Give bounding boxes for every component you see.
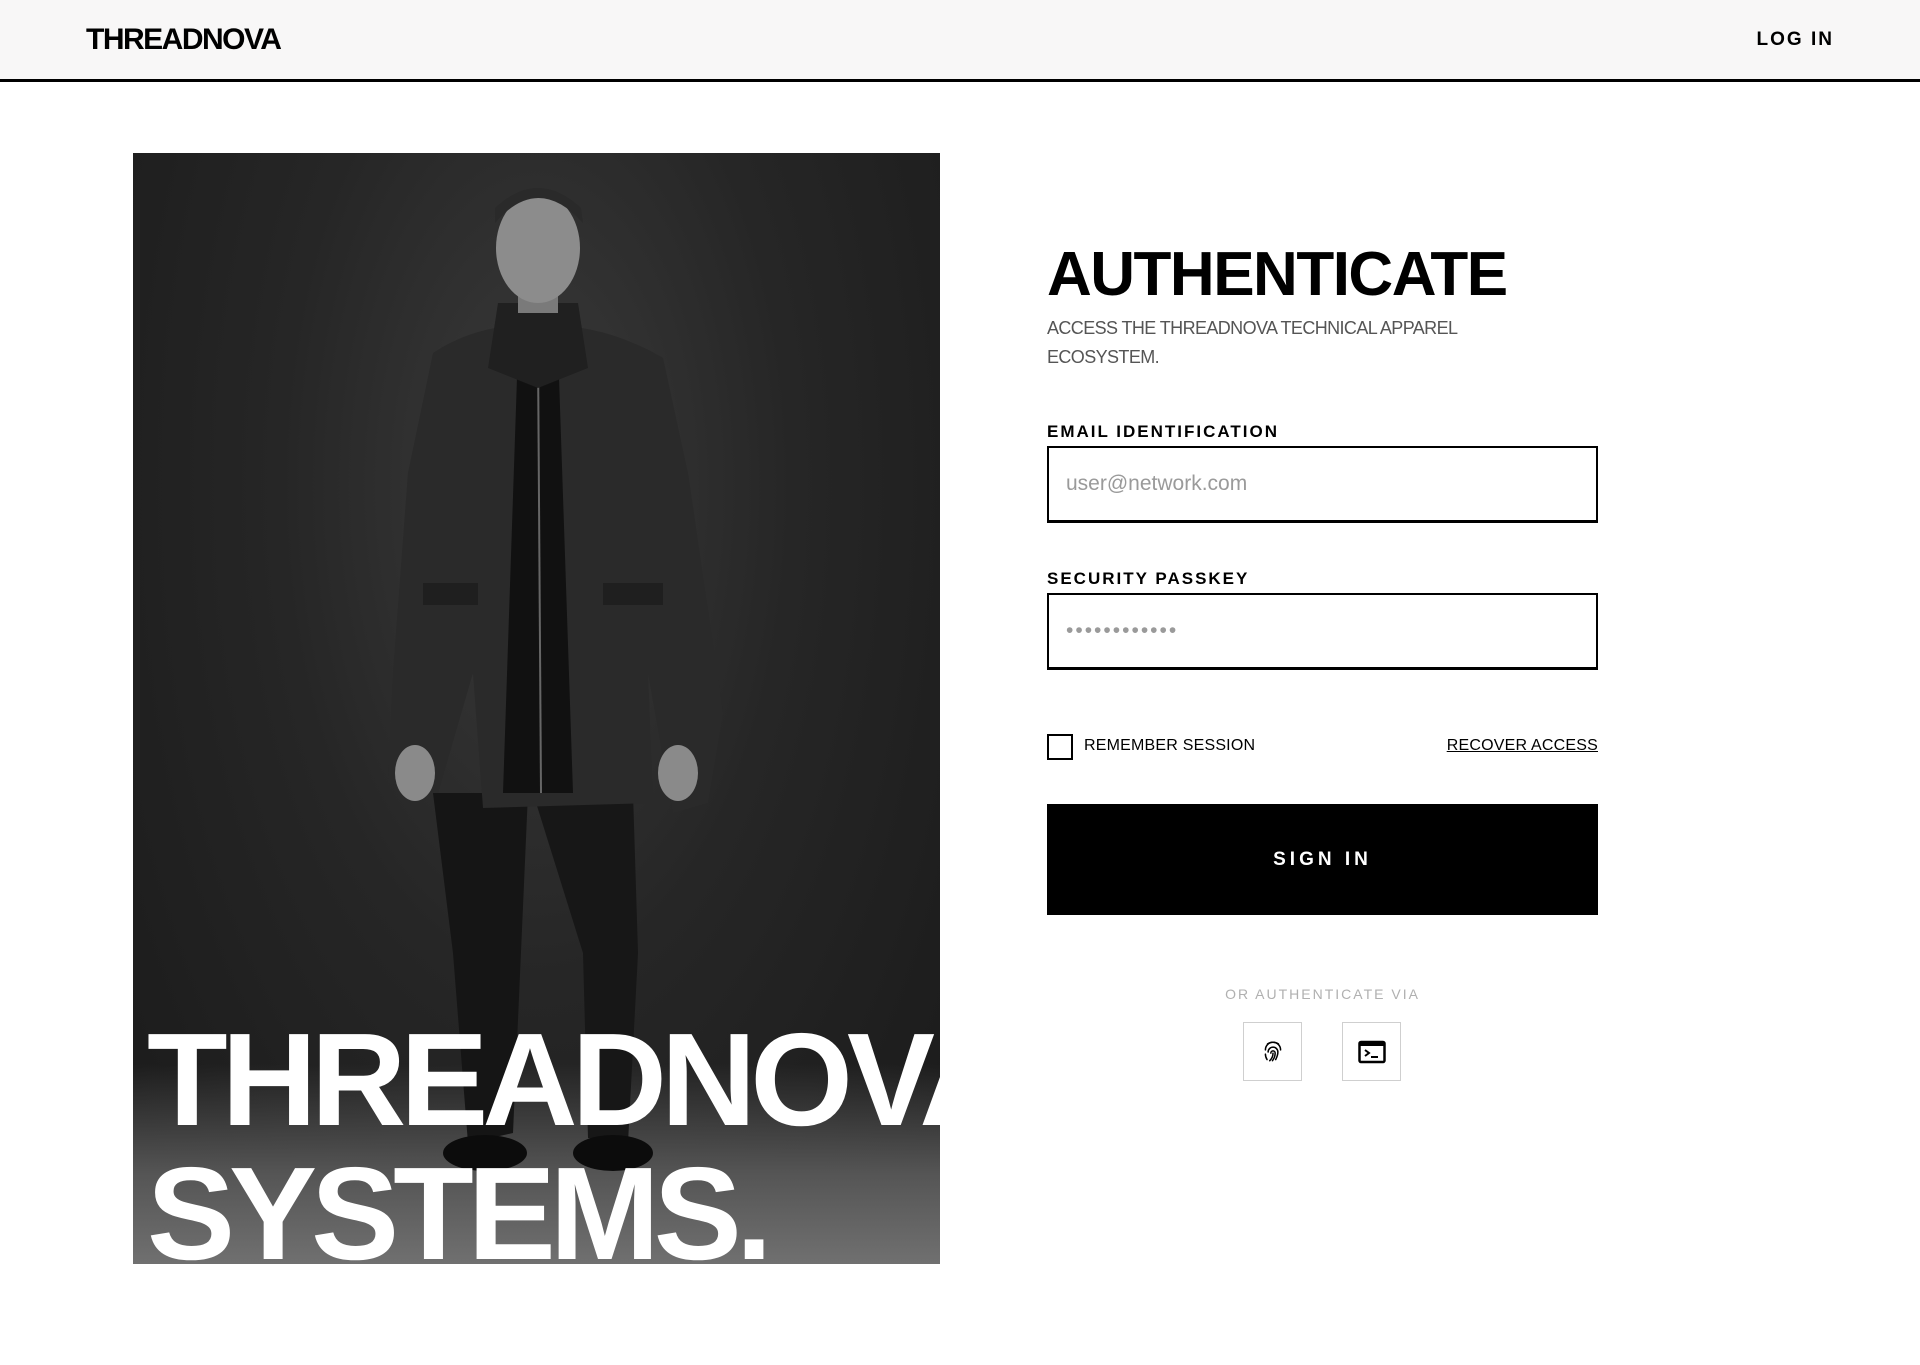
passkey-field[interactable] (1047, 593, 1598, 670)
alt-auth-label: OR AUTHENTICATE VIA (1225, 986, 1420, 1002)
recover-access-link[interactable]: RECOVER ACCESS (1447, 737, 1598, 755)
sign-in-button[interactable]: SIGN IN (1047, 804, 1598, 915)
email-field[interactable] (1047, 446, 1598, 523)
fingerprint-icon (1264, 1041, 1281, 1061)
form-title: AUTHENTICATE (1047, 240, 1508, 309)
fingerprint-button[interactable] (1243, 1022, 1302, 1081)
brand-logo[interactable]: THREADNOVA (86, 20, 282, 60)
login-link[interactable]: LOG IN (1757, 26, 1834, 54)
terminal-icon (1357, 1040, 1386, 1063)
passkey-label: SECURITY PASSKEY (1047, 569, 1250, 588)
remember-label[interactable]: REMEMBER SESSION (1084, 737, 1255, 755)
login-form: AUTHENTICATE ACCESS THE THREADNOVA TECHN… (1047, 240, 1598, 1081)
email-label: EMAIL IDENTIFICATION (1047, 422, 1280, 441)
top-nav: THREADNOVA LOG IN (0, 0, 1920, 82)
hero-headline: THREADNOVA SYSTEMS. (147, 1006, 940, 1265)
hero-line-2: SYSTEMS. (147, 1140, 772, 1265)
terminal-button[interactable] (1342, 1022, 1401, 1081)
hero-image: THREADNOVA SYSTEMS. (133, 153, 940, 1264)
form-subtitle: ACCESS THE THREADNOVA TECHNICAL APPAREL … (1047, 318, 1457, 367)
remember-checkbox[interactable] (1047, 734, 1073, 760)
hero-line-1: THREADNOVA (147, 1006, 940, 1153)
remember-row: REMEMBER SESSION RECOVER ACCESS (1047, 734, 1598, 762)
